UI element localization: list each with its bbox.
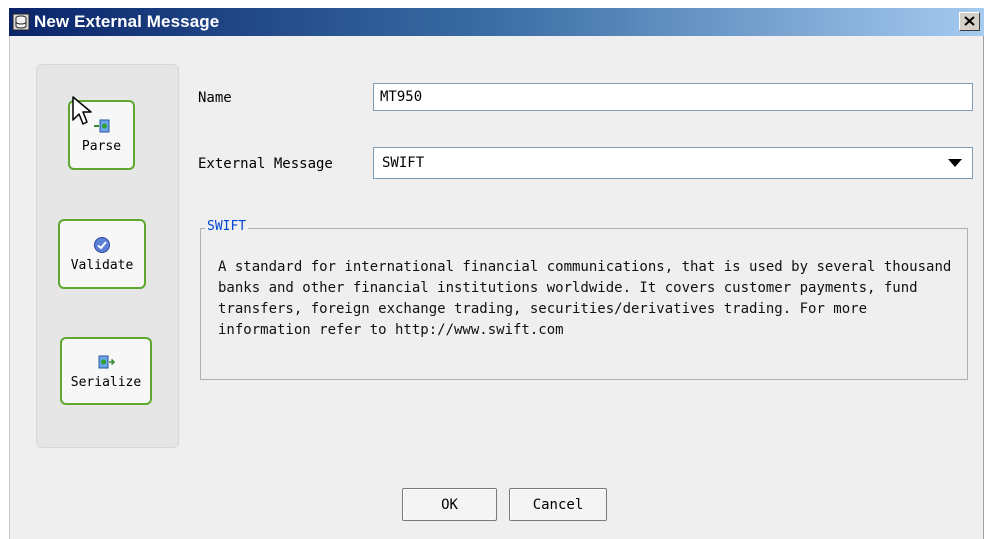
cancel-label: Cancel xyxy=(532,496,584,513)
parse-button[interactable]: Parse xyxy=(68,100,135,170)
parse-icon xyxy=(93,117,111,135)
name-input[interactable]: MT950 xyxy=(373,83,973,111)
ok-button[interactable]: OK xyxy=(402,488,497,521)
serialize-button[interactable]: Serialize xyxy=(60,337,152,405)
close-icon xyxy=(964,14,975,30)
serialize-label: Serialize xyxy=(70,374,142,390)
name-label: Name xyxy=(198,90,232,106)
dialog-body: Parse Validate Serialize Name MT950 Exte… xyxy=(9,36,984,539)
validate-label: Validate xyxy=(70,257,134,273)
cancel-button[interactable]: Cancel xyxy=(509,488,607,521)
close-button[interactable] xyxy=(959,12,980,31)
parse-label: Parse xyxy=(81,138,122,154)
database-icon xyxy=(12,13,30,31)
external-message-select[interactable]: SWIFT xyxy=(373,147,973,179)
title-bar: New External Message xyxy=(9,8,984,36)
external-message-label: External Message xyxy=(198,156,333,172)
description-group: SWIFT A standard for international finan… xyxy=(200,219,968,380)
window-title: New External Message xyxy=(34,12,220,31)
external-message-value: SWIFT xyxy=(382,155,425,171)
dropdown-arrow-icon[interactable] xyxy=(948,159,962,167)
validate-check-icon xyxy=(93,236,111,254)
validate-button[interactable]: Validate xyxy=(58,219,146,289)
description-text: A standard for international financial c… xyxy=(218,259,952,338)
serialize-icon xyxy=(97,353,116,371)
description-legend: SWIFT xyxy=(205,219,249,234)
name-input-value: MT950 xyxy=(380,89,423,105)
ok-label: OK xyxy=(441,496,458,513)
